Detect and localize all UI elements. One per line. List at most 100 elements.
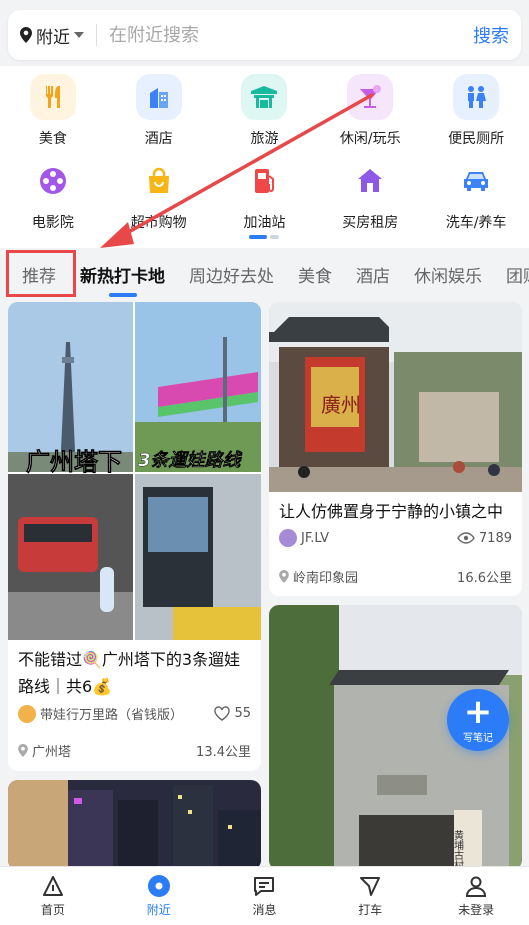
car-icon: [453, 158, 499, 204]
place-name: 广州塔: [32, 745, 72, 760]
avatar: [18, 704, 36, 723]
nav-profile[interactable]: 未登录: [423, 867, 529, 925]
nav-label: 未登录: [458, 903, 495, 917]
nearby-dot-icon: [147, 875, 170, 897]
nav-label: 消息: [252, 903, 277, 917]
cocktail-icon: [347, 74, 394, 120]
write-note-fab[interactable]: + 写笔记: [447, 689, 509, 751]
search-bar: 附近 搜索: [8, 10, 521, 60]
heart-icon: [214, 706, 231, 721]
tab-food[interactable]: 美食: [286, 262, 344, 287]
location-label: 附近: [36, 27, 70, 48]
house-icon: [347, 158, 393, 204]
category-travel[interactable]: 旅游: [212, 74, 318, 148]
nav-nearby[interactable]: 附近: [106, 867, 212, 925]
card-location-row: 广州塔 13.4公里: [18, 741, 251, 760]
category-label: 美食: [38, 131, 67, 147]
location-pin-icon: [20, 27, 32, 43]
view-count: 7189: [478, 530, 512, 546]
avatar: [279, 529, 297, 547]
tab-nearby[interactable]: 周边好去处: [177, 262, 286, 287]
category-leisure[interactable]: 休闲/玩乐: [317, 74, 423, 148]
place-name: 岭南印象园: [293, 571, 359, 586]
view-count-group: 7189: [457, 531, 512, 546]
feed-card[interactable]: [8, 780, 261, 870]
card-image-photo: [8, 780, 261, 870]
category-shopping[interactable]: 超市购物: [106, 158, 212, 232]
search-button[interactable]: 搜索: [473, 22, 509, 48]
fork-knife-icon: [29, 74, 76, 120]
author-name[interactable]: JF.LV: [301, 531, 457, 546]
page-indicator: [249, 235, 279, 239]
location-pin-icon: [18, 744, 28, 757]
category-label: 买房租房: [342, 215, 399, 231]
temple-icon: [241, 74, 288, 120]
category-label: 洗车/养车: [445, 215, 507, 231]
location-pin-icon: [279, 570, 289, 583]
category-label: 酒店: [144, 131, 173, 147]
gas-station-icon: [241, 158, 287, 204]
card-author-row: 带娃行万里路（省钱版） 55: [18, 704, 251, 723]
annotation-highlight-box: [6, 250, 76, 297]
card-image-photo: 廣州: [269, 302, 522, 492]
tab-entertainment[interactable]: 休闲娱乐: [402, 262, 494, 287]
category-hotel[interactable]: 酒店: [106, 74, 212, 148]
nav-label: 打车: [358, 903, 383, 917]
caret-down-icon: [74, 32, 84, 38]
distance: 16.6公里: [457, 571, 512, 586]
image-caption-sub: 3条遛娃路线: [138, 450, 243, 471]
category-label: 电影院: [31, 215, 74, 231]
message-icon: [254, 877, 275, 896]
category-housing[interactable]: 买房租房: [317, 158, 423, 232]
fab-label: 写笔记: [463, 732, 493, 744]
category-label: 休闲/玩乐: [339, 131, 401, 147]
feed-card[interactable]: 广州塔下 3条遛娃路线 不能错过🍭广州塔下的3条遛娃路线｜共6💰 带娃行万里路（…: [8, 302, 261, 771]
tab-group-buy[interactable]: 团购: [494, 262, 529, 287]
gate-plaque-text: 黄埔古村: [452, 829, 464, 870]
search-input[interactable]: [109, 24, 473, 46]
category-car-wash[interactable]: 洗车/养车: [423, 158, 529, 232]
restroom-icon: [453, 74, 500, 120]
author-name[interactable]: 带娃行万里路（省钱版）: [40, 704, 214, 723]
feed-tabs: 推荐 新热打卡地 周边好去处 美食 酒店 休闲娱乐 团购: [0, 248, 529, 300]
category-panel: 美食 酒店 旅游 休闲/玩乐 便民厕所 电影院 超市购物 加油站 买房租房 洗车…: [0, 66, 529, 248]
search-divider: [96, 24, 97, 46]
image-caption-main: 广州塔下: [26, 448, 122, 476]
home-triangle-icon: [42, 876, 63, 896]
nav-label: 附近: [146, 903, 171, 917]
shopping-bag-icon: [136, 158, 182, 204]
location-selector[interactable]: 附近: [20, 23, 84, 48]
user-icon: [466, 876, 487, 897]
nav-messages[interactable]: 消息: [212, 867, 318, 925]
tab-hot-spots[interactable]: 新热打卡地: [68, 262, 177, 297]
taxi-icon: [360, 877, 381, 896]
category-label: 加油站: [243, 215, 286, 231]
card-location-row: 岭南印象园 16.6公里: [279, 567, 512, 586]
category-restroom[interactable]: 便民厕所: [423, 74, 529, 148]
sign-text: 廣州: [321, 393, 361, 417]
category-gas-station[interactable]: 加油站: [212, 158, 318, 232]
card-title: 让人仿佛置身于宁静的小镇之中: [279, 502, 504, 521]
like-button[interactable]: 55: [214, 706, 251, 721]
eye-icon: [457, 532, 475, 544]
tab-hotel[interactable]: 酒店: [344, 262, 402, 287]
nav-taxi[interactable]: 打车: [317, 867, 423, 925]
like-count: 55: [234, 706, 251, 721]
film-reel-icon: [30, 158, 76, 204]
hotel-building-icon: [135, 74, 182, 120]
bottom-nav: 首页 附近 消息 打车 未登录: [0, 866, 529, 925]
nav-home[interactable]: 首页: [0, 867, 106, 925]
card-author-row: JF.LV 7189: [279, 529, 512, 547]
card-image-collage: 广州塔下 3条遛娃路线: [8, 302, 261, 640]
category-food[interactable]: 美食: [0, 74, 106, 148]
feed-card[interactable]: 廣州 让人仿佛置身于宁静的小镇之中 JF.LV 7189 岭南印象园 16.6公…: [269, 302, 522, 596]
category-cinema[interactable]: 电影院: [0, 158, 106, 232]
distance: 13.4公里: [196, 745, 251, 760]
search-section: 附近 搜索: [0, 0, 529, 66]
category-row-1: 美食 酒店 旅游 休闲/玩乐 便民厕所: [0, 74, 529, 148]
category-row-2: 电影院 超市购物 加油站 买房租房 洗车/养车: [0, 158, 529, 232]
category-label: 旅游: [250, 131, 279, 147]
category-label: 超市购物: [130, 215, 187, 231]
category-label: 便民厕所: [448, 131, 505, 147]
nav-label: 首页: [40, 903, 65, 917]
